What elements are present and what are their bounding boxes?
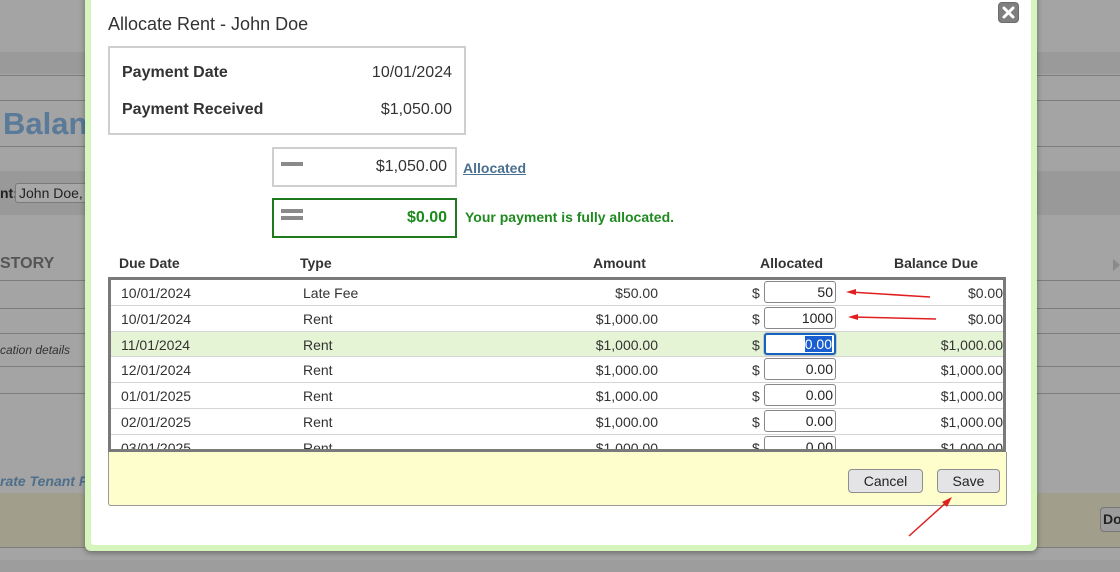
payment-received-label: Payment Received [122,101,264,118]
header-amount: Amount [593,255,646,271]
save-button[interactable]: Save [937,469,1000,493]
allocation-status-message: Your payment is fully allocated. [465,209,675,225]
bg-page-title: Balan [3,106,88,141]
bg-expand-arrow-icon [1113,259,1120,271]
allocate-rent-modal-frame: Allocate Rent - John Doe Payment Date 10… [85,0,1037,551]
bg-doc-button: Do [1100,507,1120,532]
amount-cell: $1,000.00 [595,310,658,327]
type-cell: Rent [303,388,333,405]
currency-symbol: $ [752,388,760,405]
allocate-rent-modal: Allocate Rent - John Doe Payment Date 10… [91,0,1031,545]
currency-symbol: $ [752,285,760,301]
due-date-cell: 03/01/2025 [121,439,192,452]
header-due-date: Due Date [119,255,180,271]
allocation-table-body[interactable]: 10/01/2024Late Fee$50.00$$0.0010/01/2024… [108,277,1006,452]
allocated-input[interactable] [764,384,836,407]
table-row: 10/01/2024 Late Fee $50.00 $ $0.00 [111,280,1003,306]
amount-cell: $1,000.00 [595,336,658,353]
cancel-button[interactable]: Cancel [848,469,923,493]
remaining-total-value: $0.00 [406,209,447,226]
balance-due-cell: $1,000.00 [940,362,1003,379]
currency-symbol: $ [752,413,760,430]
minus-icon [281,162,303,169]
table-row: 03/01/2025 Rent $1,000.00 $ $1,000.00 [111,435,1003,452]
table-row: 10/01/2024 Rent $1,000.00 $ $0.00 [111,306,1003,332]
balance-due-cell: $0.00 [967,285,1003,301]
table-row: 12/01/2024 Rent $1,000.00 $ $1,000.00 [111,357,1003,384]
currency-symbol: $ [752,362,760,379]
amount-cell: $1,000.00 [595,439,658,452]
modal-footer: Cancel Save [108,452,1007,506]
bg-allocation-details: cation details [0,343,71,357]
payment-date-value: 10/01/2024 [371,64,452,81]
amount-cell: $1,000.00 [595,413,658,430]
type-cell: Rent [303,362,333,379]
allocated-input[interactable] [764,435,836,449]
balance-due-cell: $1,000.00 [940,439,1003,452]
allocated-input[interactable] [764,409,836,432]
table-row: 01/01/2025 Rent $1,000.00 $ $1,000.00 [111,383,1003,409]
amount-cell: $1,000.00 [595,362,658,379]
type-cell: Rent [303,413,333,430]
payment-received-value: $1,050.00 [380,101,452,118]
payment-info-box: Payment Date 10/01/2024 Payment Received… [108,46,466,135]
allocated-input-selected-text: 0.00 [804,335,832,352]
currency-symbol: $ [752,439,760,452]
due-date-cell: 11/01/2024 [121,336,191,353]
currency-symbol: $ [752,310,760,327]
allocation-table-header: Due Date Type Amount Allocated Balance D… [108,255,1006,273]
due-date-cell: 01/01/2025 [121,388,192,405]
allocated-total-box: $1,050.00 [272,147,457,187]
header-allocated: Allocated [760,255,824,271]
bg-tenant-portal-link: rate Tenant P [0,473,89,489]
allocated-total-value: $1,050.00 [375,158,447,175]
balance-due-cell: $0.00 [967,310,1003,327]
remaining-total-box: $0.00 [272,198,457,238]
allocated-input[interactable]: 0.00 [764,332,836,355]
currency-symbol: $ [752,336,760,353]
balance-due-cell: $1,000.00 [940,413,1003,430]
due-date-cell: 10/01/2024 [121,285,192,301]
allocated-input[interactable] [764,358,836,381]
bg-history-heading: STORY [0,255,55,272]
balance-due-cell: $1,000.00 [940,388,1003,405]
type-cell: Rent [303,336,333,353]
due-date-cell: 10/01/2024 [121,310,192,327]
table-row: 11/01/2024 Rent $1,000.00 $0.00 $1,000.00 [111,331,1003,358]
header-type: Type [300,255,332,271]
amount-cell: $1,000.00 [595,388,658,405]
bg-bottom-band [0,560,1120,572]
amount-cell: $50.00 [615,285,658,301]
allocated-link[interactable]: Allocated [463,160,526,176]
balance-due-cell: $1,000.00 [940,336,1003,353]
close-button[interactable] [998,2,1019,23]
payment-received-row: Payment Received $1,050.00 [122,101,452,119]
due-date-cell: 12/01/2024 [121,362,192,379]
header-balance-due: Balance Due [894,255,979,271]
due-date-cell: 02/01/2025 [121,413,192,430]
close-icon [1002,6,1015,19]
allocated-input[interactable] [764,281,836,303]
type-cell: Rent [303,310,333,327]
table-row: 02/01/2025 Rent $1,000.00 $ $1,000.00 [111,409,1003,435]
allocated-input[interactable] [764,306,836,329]
type-cell: Late Fee [303,285,359,301]
type-cell: Rent [303,439,333,452]
payment-date-row: Payment Date 10/01/2024 [122,64,452,82]
modal-title: Allocate Rent - John Doe [108,14,309,34]
equals-icon [281,209,303,223]
payment-date-label: Payment Date [122,64,228,81]
